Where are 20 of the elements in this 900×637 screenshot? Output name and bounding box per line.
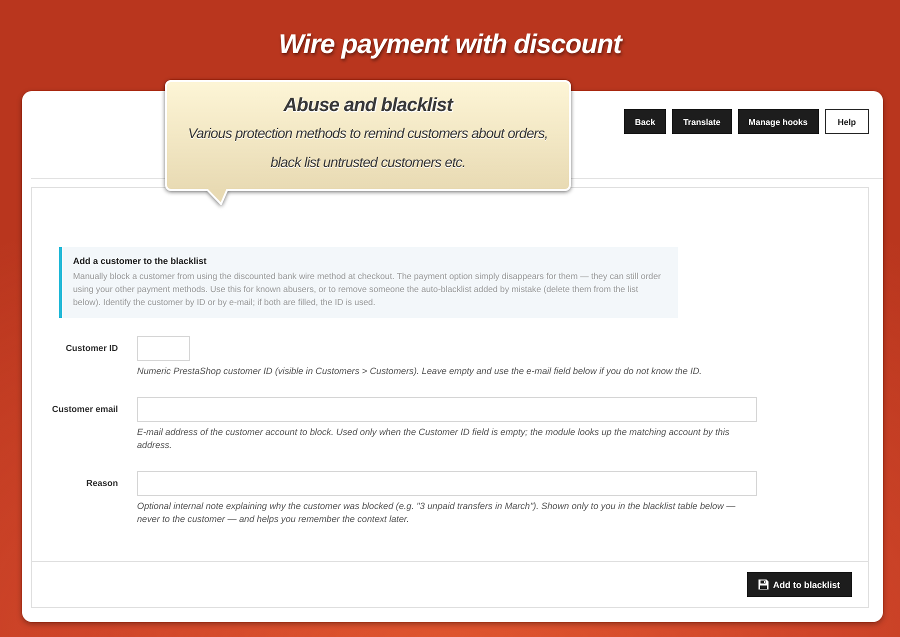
- callout-text: Various protection methods to remind customers about orders, black list untrusted customers etc.: [186, 124, 549, 172]
- callout-title: Abuse and blacklist: [284, 94, 452, 118]
- toolbar-button[interactable]: Back: [624, 109, 666, 134]
- submit-button[interactable]: Add to blacklist: [746, 572, 852, 597]
- help-text: E-mail address of the customer account to block. Used only when the Customer ID field is empty; the module looks up the matching account by this address.: [137, 426, 730, 452]
- input-field[interactable]: [137, 397, 757, 422]
- input-field[interactable]: [137, 336, 190, 361]
- page-title: Wire payment with discount: [278, 28, 624, 61]
- info-text: Manually block a customer from using the discounted bank wire method at checkout. The payment option simply disappears for them — they can still order using your other payment methods. Use this for known abusers, or to remove someone the auto-blacklist added by mistake (delete them from the list below). Identify the customer by ID or by e-mail; if both are filled, the ID is used.: [73, 270, 662, 309]
- save-icon: [758, 579, 769, 590]
- toolbar-button[interactable]: Help: [824, 109, 869, 134]
- info-title: Add a customer to the blacklist: [73, 255, 208, 268]
- field-label: Customer ID: [64, 342, 118, 355]
- toolbar-button[interactable]: Translate: [672, 109, 732, 134]
- field-label: Reason: [85, 477, 118, 490]
- help-text: Numeric PrestaShop customer ID (visible in Customers > Customers). Leave empty and use the e-mail field below if you do not know the ID.: [137, 365, 703, 378]
- toolbar-button[interactable]: Manage hooks: [738, 109, 819, 134]
- field-label: Customer email: [51, 403, 118, 416]
- help-text: Optional internal note explaining why the customer was blocked (e.g. "3 unpaid transfers in March"). Shown only to you in the blacklist table below — never to the customer — and helps you remember the context later.: [137, 500, 736, 526]
- input-field[interactable]: [137, 471, 757, 496]
